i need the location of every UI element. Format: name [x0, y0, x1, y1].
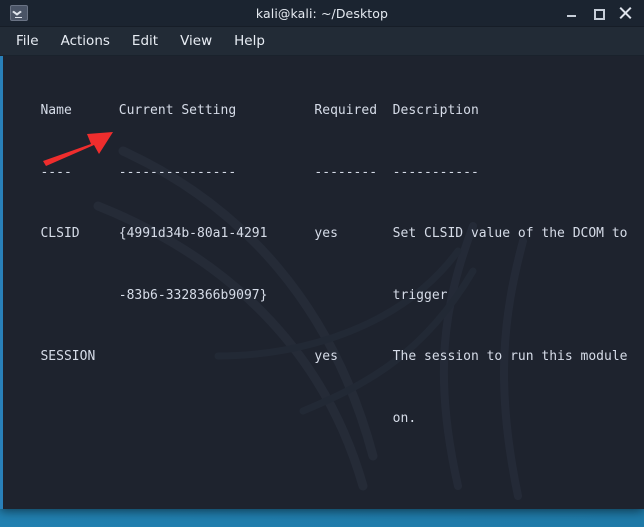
window-controls	[565, 7, 644, 20]
close-button[interactable]	[619, 7, 632, 20]
terminal-window: kali@kali: ~/Desktop File Actions Edit V…	[0, 0, 644, 509]
minimize-button[interactable]	[565, 7, 578, 20]
menu-item-view[interactable]: View	[180, 33, 212, 49]
module-options-row: -83b6-3328366b9097} trigger	[17, 287, 448, 303]
window-title: kali@kali: ~/Desktop	[255, 5, 389, 21]
terminal-icon	[10, 5, 28, 21]
menu-item-actions[interactable]: Actions	[61, 33, 110, 49]
module-options-row: SESSION yes The session to run this modu…	[17, 349, 628, 364]
terminal-content[interactable]: Name Current Setting Required Descriptio…	[0, 56, 644, 509]
maximize-button[interactable]	[592, 7, 605, 20]
module-options-headers: Name Current Setting Required Descriptio…	[17, 103, 479, 118]
menu-item-file[interactable]: File	[16, 33, 39, 49]
module-options-row: on.	[17, 410, 417, 426]
window-titlebar[interactable]: kali@kali: ~/Desktop	[0, 0, 644, 27]
terminal-output: Name Current Setting Required Descriptio…	[3, 56, 644, 509]
module-options-separator: ---- --------------- -------- ----------…	[17, 164, 479, 180]
menu-item-edit[interactable]: Edit	[132, 33, 158, 49]
menu-item-help[interactable]: Help	[234, 33, 265, 49]
module-options-row: CLSID {4991d34b-80a1-4291 yes Set CLSID …	[17, 226, 628, 241]
menu-bar: File Actions Edit View Help	[0, 27, 644, 56]
